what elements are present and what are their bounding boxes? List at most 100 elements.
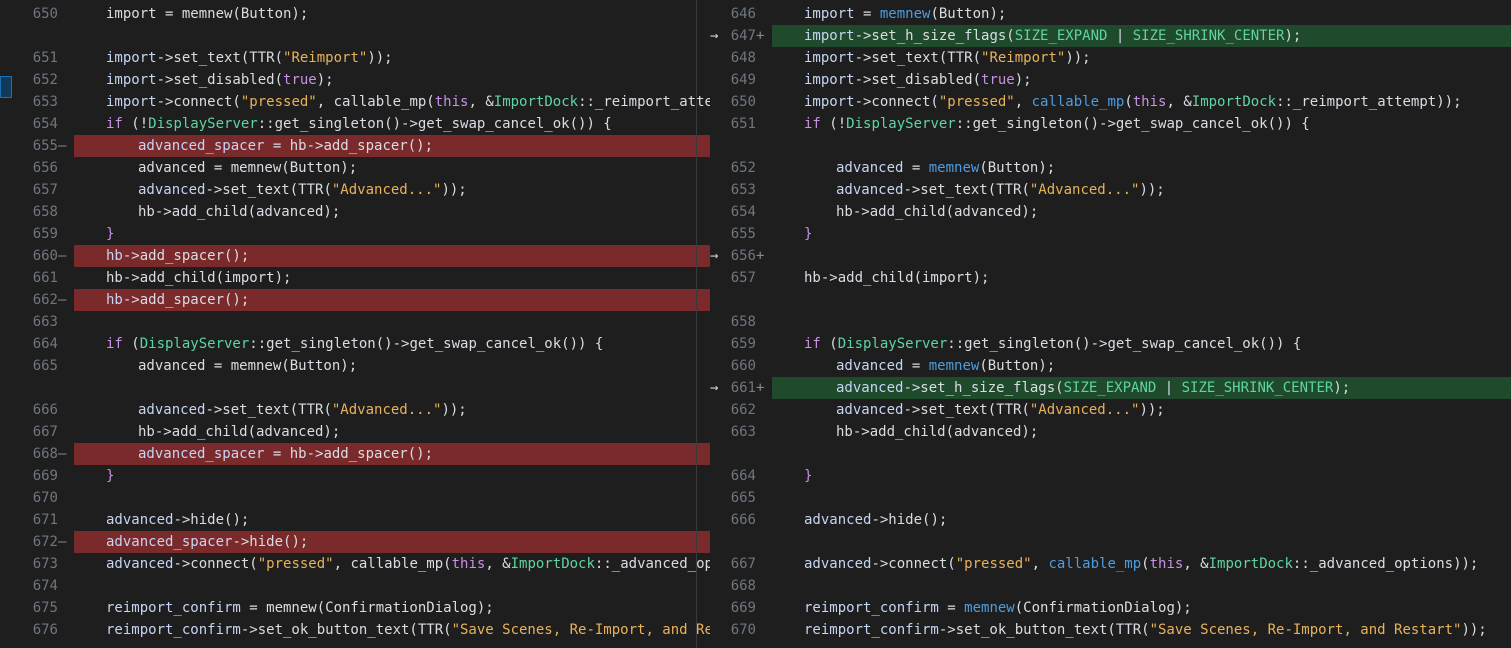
code-line: 663	[0, 311, 710, 333]
code-content[interactable]: }	[772, 465, 1511, 487]
code-content[interactable]: import->set_text(TTR("Reimport"));	[772, 47, 1511, 69]
line-number: 647	[730, 28, 756, 44]
code-content[interactable]: }	[74, 465, 710, 487]
code-token: ));	[367, 50, 393, 66]
code-token: reimport_confirm	[106, 600, 241, 616]
code-content[interactable]: advanced->set_h_size_flags(SIZE_EXPAND |…	[772, 377, 1511, 399]
line-number: 665	[730, 490, 756, 506]
code-content[interactable]: hb->add_child(advanced);	[74, 201, 710, 223]
code-content[interactable]: reimport_confirm->set_ok_button_text(TTR…	[74, 619, 710, 641]
code-token: SIZE_SHRINK_CENTER	[1181, 380, 1334, 396]
code-token: );	[316, 72, 334, 88]
code-content[interactable]: reimport_confirm = memnew(ConfirmationDi…	[74, 597, 710, 619]
code-line: 654 if (!DisplayServer::get_singleton()->…	[0, 113, 710, 135]
code-content[interactable]: advanced_spacer = hb->add_spacer();	[74, 443, 710, 465]
code-content[interactable]: reimport_confirm = memnew(ConfirmationDi…	[772, 597, 1511, 619]
code-token: advanced	[836, 380, 904, 396]
code-content[interactable]: advanced = memnew(Button);	[772, 157, 1511, 179]
code-token: import	[804, 94, 855, 110]
code-content[interactable]: import->connect("pressed", callable_mp(t…	[772, 91, 1511, 113]
code-token: DisplayServer	[837, 336, 948, 352]
code-content[interactable]: advanced->hide();	[74, 509, 710, 531]
code-content[interactable]: advanced->set_text(TTR("Advanced..."));	[74, 399, 710, 421]
diff-viewer: 650 import = memnew(Button); 651 import->se…	[0, 0, 1511, 648]
line-number: 648	[730, 50, 756, 66]
code-line: 675 reimport_confirm = memnew(Confirmatio…	[0, 597, 710, 619]
code-token: ,	[1014, 94, 1032, 110]
code-content[interactable]: hb->add_child(advanced);	[74, 421, 710, 443]
code-token: ::get_singleton()->get_swap_cancel_ok())…	[257, 116, 612, 132]
code-content[interactable]: import->set_text(TTR("Reimport"));	[74, 47, 710, 69]
code-content[interactable]: if (!DisplayServer::get_singleton()->get…	[74, 113, 710, 135]
pane-divider[interactable]	[696, 0, 697, 648]
code-content[interactable]: hb->add_child(import);	[74, 267, 710, 289]
code-token: advanced_spacer	[138, 446, 265, 462]
code-content[interactable]: }	[772, 223, 1511, 245]
code-token: ::get_singleton()->get_swap_cancel_ok())…	[947, 336, 1302, 352]
code-content[interactable]: import->set_disabled(true);	[772, 69, 1511, 91]
code-line: 658	[710, 311, 1511, 333]
code-token: , &	[468, 94, 494, 110]
code-content[interactable]: import->set_disabled(true);	[74, 69, 710, 91]
code-token: "Save Scenes, Re-Import, and Restart"	[1149, 622, 1462, 638]
code-token: "Save Scenes, Re-Import, and Restar	[451, 622, 710, 638]
code-token: hb->add_child(import);	[106, 270, 292, 286]
code-content[interactable]: advanced->set_text(TTR("Advanced..."));	[772, 179, 1511, 201]
code-content[interactable]: hb->add_child(import);	[772, 267, 1511, 289]
change-marker: +	[756, 380, 765, 396]
code-token: hb->add_child(advanced);	[138, 204, 341, 220]
code-content[interactable]: hb->add_spacer();	[74, 289, 710, 311]
code-token: ->hide();	[871, 512, 948, 528]
code-content[interactable]: advanced->set_text(TTR("Advanced..."));	[772, 399, 1511, 421]
code-content[interactable]: reimport_confirm->set_ok_button_text(TTR…	[772, 619, 1511, 641]
code-token: SIZE_EXPAND	[1063, 380, 1157, 396]
code-content[interactable]: import->connect("pressed", callable_mp(t…	[74, 91, 710, 113]
code-content[interactable]: advanced_spacer->hide();	[74, 531, 710, 553]
code-content[interactable]: hb->add_spacer();	[74, 245, 710, 267]
line-number: 667	[32, 424, 58, 440]
code-token: "pressed"	[955, 556, 1032, 572]
change-marker: —	[58, 248, 67, 264]
line-number: 674	[32, 578, 58, 594]
code-line: 651 import->set_text(TTR("Reimport"));	[0, 47, 710, 69]
code-content[interactable]: advanced->set_text(TTR("Advanced..."));	[74, 179, 710, 201]
code-token: advanced = memnew(Button);	[138, 358, 358, 374]
code-token: =	[854, 6, 880, 22]
code-content[interactable]: hb->add_child(advanced);	[772, 421, 1511, 443]
code-token: this	[1132, 94, 1167, 110]
code-token: ->add_spacer();	[122, 248, 250, 264]
code-content[interactable]: advanced->hide();	[772, 509, 1511, 531]
code-token: true	[981, 72, 1015, 88]
code-token: ->set_ok_button_text(TTR(	[938, 622, 1150, 638]
code-line: 650 import->connect("pressed", callable_m…	[710, 91, 1511, 113]
code-content[interactable]: advanced->connect("pressed", callable_mp…	[74, 553, 710, 575]
code-line: 652 import->set_disabled(true);	[0, 69, 710, 91]
code-content[interactable]: hb->add_child(advanced);	[772, 201, 1511, 223]
code-content[interactable]: import = memnew(Button);	[772, 3, 1511, 25]
code-content[interactable]: advanced = memnew(Button);	[74, 157, 710, 179]
code-token: ->connect(	[173, 556, 258, 572]
code-token: SIZE_EXPAND	[1014, 28, 1108, 44]
code-content[interactable]: }	[74, 223, 710, 245]
code-content[interactable]: if (!DisplayServer::get_singleton()->get…	[772, 113, 1511, 135]
code-content[interactable]: if (DisplayServer::get_singleton()->get_…	[772, 333, 1511, 355]
code-token: |	[1156, 380, 1182, 396]
line-number: 662	[32, 292, 58, 308]
code-token: ));	[1139, 402, 1165, 418]
code-line: 668	[710, 575, 1511, 597]
code-line: 674	[0, 575, 710, 597]
code-content[interactable]: advanced->connect("pressed", callable_mp…	[772, 553, 1511, 575]
code-token: (Button);	[979, 358, 1056, 374]
code-token: (Button);	[930, 6, 1007, 22]
code-token: hb	[106, 248, 123, 264]
code-content[interactable]: import->set_h_size_flags(SIZE_EXPAND | S…	[772, 25, 1511, 47]
code-content[interactable]: import = memnew(Button);	[74, 3, 710, 25]
line-number: 652	[32, 72, 58, 88]
code-content[interactable]: advanced = memnew(Button);	[772, 355, 1511, 377]
code-line: →672—advanced_spacer->hide();	[0, 531, 710, 553]
code-token: advanced	[106, 512, 174, 528]
code-token: hb->add_child(advanced);	[138, 424, 341, 440]
code-content[interactable]: if (DisplayServer::get_singleton()->get_…	[74, 333, 710, 355]
code-content[interactable]: advanced = memnew(Button);	[74, 355, 710, 377]
code-content[interactable]: advanced_spacer = hb->add_spacer();	[74, 135, 710, 157]
